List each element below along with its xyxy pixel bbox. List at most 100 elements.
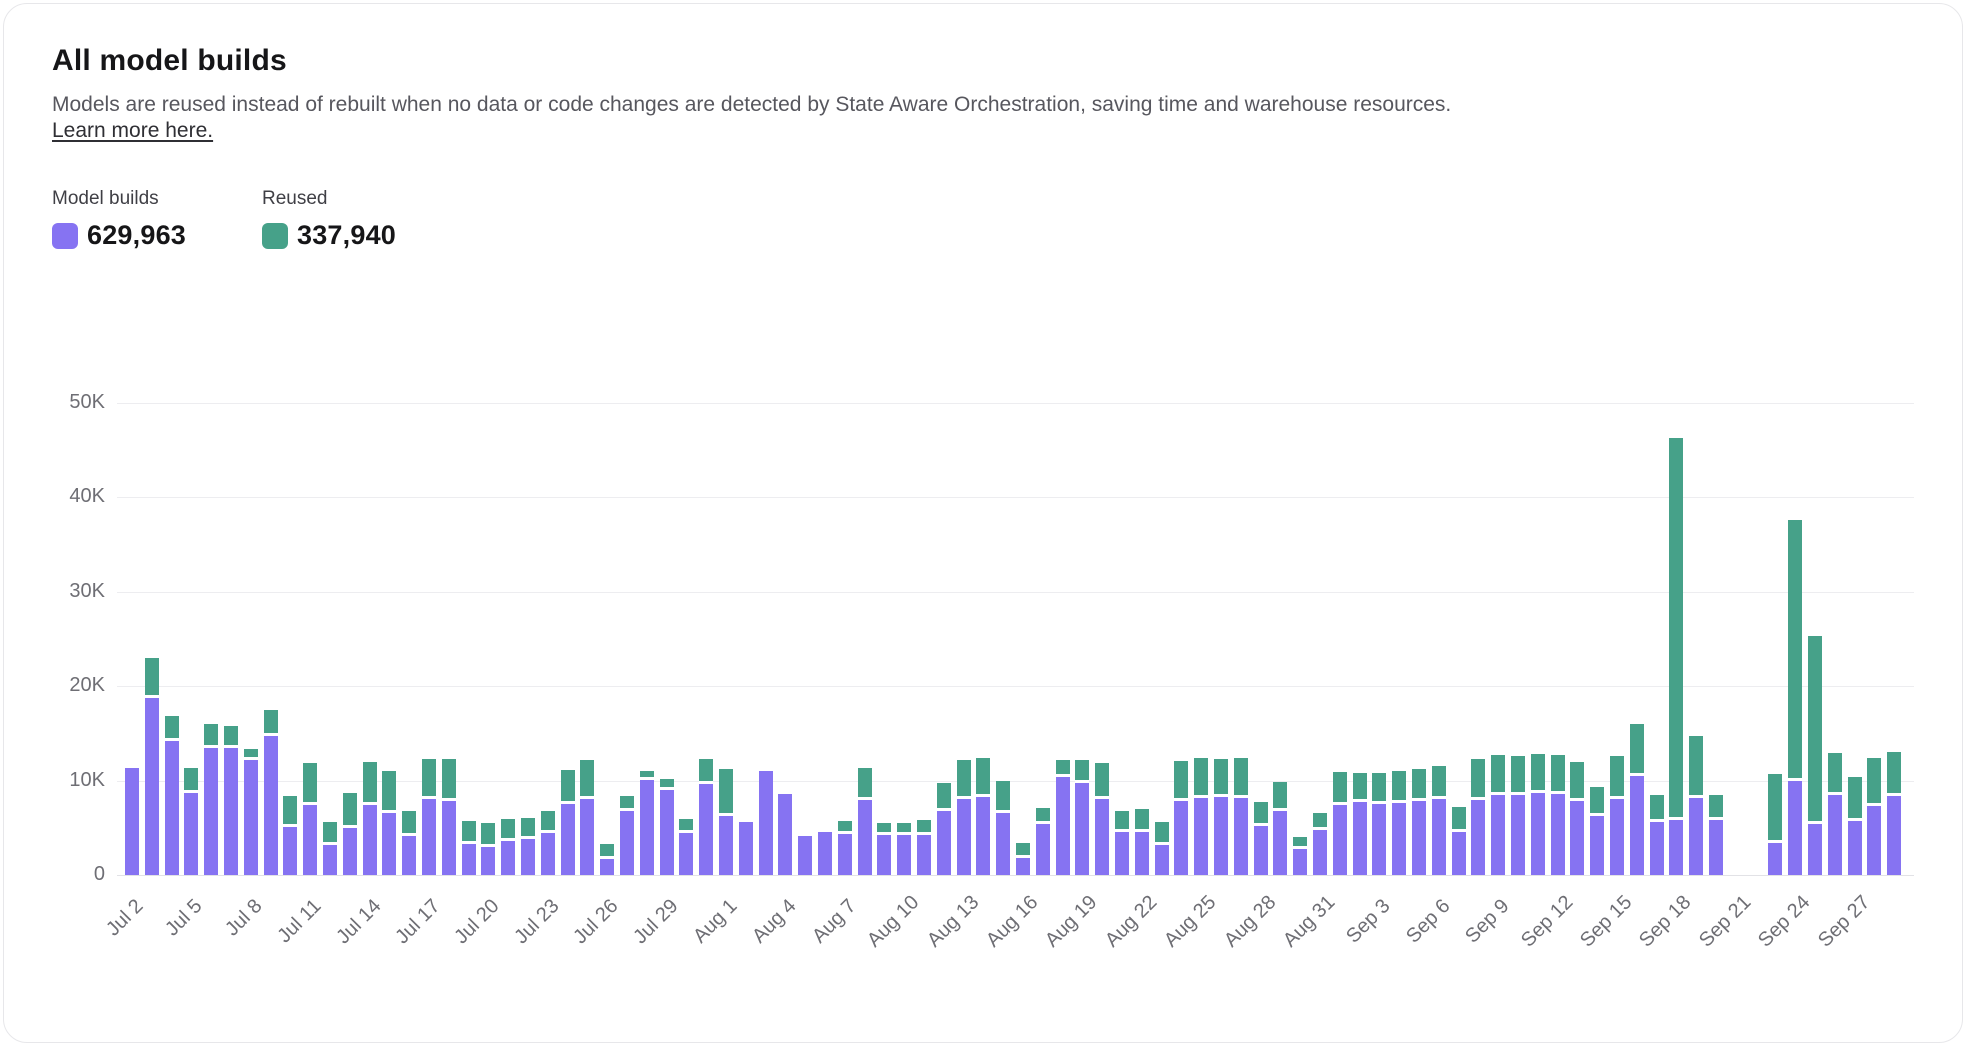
- bar-aug-30[interactable]: [1293, 837, 1307, 875]
- learn-more-link[interactable]: Learn more here.: [52, 119, 213, 142]
- bar-sep-11[interactable]: [1531, 754, 1545, 875]
- bar-aug-22[interactable]: [1135, 809, 1149, 875]
- model-builds-segment: [442, 801, 456, 875]
- reused-segment: [1234, 758, 1248, 798]
- bar-jul-16[interactable]: [402, 811, 416, 875]
- bar-sep-1[interactable]: [1333, 772, 1347, 875]
- bar-aug-24[interactable]: [1174, 761, 1188, 875]
- bar-sep-15[interactable]: [1610, 756, 1624, 875]
- bar-aug-9[interactable]: [877, 823, 891, 875]
- bar-sep-12[interactable]: [1551, 755, 1565, 875]
- bar-aug-15[interactable]: [996, 781, 1010, 875]
- bar-jul-28[interactable]: [640, 771, 654, 875]
- bar-jul-13[interactable]: [343, 793, 357, 875]
- bar-jul-4[interactable]: [165, 716, 179, 875]
- bar-sep-19[interactable]: [1689, 736, 1703, 875]
- y-axis-tick-label: 20K: [45, 674, 105, 697]
- stacked-bar-chart: 50K40K30K20K10K0Jul 2Jul 5Jul 8Jul 11Jul…: [117, 403, 1914, 875]
- bar-aug-26[interactable]: [1214, 759, 1228, 875]
- bar-jul-23[interactable]: [541, 811, 555, 875]
- bar-aug-18[interactable]: [1056, 760, 1070, 875]
- bar-aug-28[interactable]: [1254, 802, 1268, 875]
- bar-aug-3[interactable]: [759, 768, 773, 875]
- bar-jul-20[interactable]: [481, 823, 495, 875]
- bar-jul-29[interactable]: [660, 779, 674, 875]
- bar-jul-18[interactable]: [442, 759, 456, 875]
- bar-sep-4[interactable]: [1392, 771, 1406, 875]
- bar-aug-11[interactable]: [917, 820, 931, 875]
- bar-aug-16[interactable]: [1016, 843, 1030, 875]
- bar-sep-25[interactable]: [1808, 636, 1822, 875]
- bar-aug-8[interactable]: [858, 768, 872, 875]
- bar-jul-19[interactable]: [462, 821, 476, 875]
- bar-jul-2[interactable]: [125, 765, 139, 875]
- bar-aug-19[interactable]: [1075, 760, 1089, 875]
- bar-jul-17[interactable]: [422, 759, 436, 875]
- bar-sep-24[interactable]: [1788, 520, 1802, 875]
- bar-sep-13[interactable]: [1570, 762, 1584, 875]
- bar-aug-1[interactable]: [719, 769, 733, 875]
- bar-sep-20[interactable]: [1709, 795, 1723, 875]
- bar-sep-10[interactable]: [1511, 756, 1525, 875]
- bar-jul-25[interactable]: [580, 760, 594, 875]
- bar-sep-5[interactable]: [1412, 769, 1426, 875]
- bar-aug-2[interactable]: [739, 819, 753, 875]
- bar-aug-27[interactable]: [1234, 758, 1248, 875]
- bar-sep-9[interactable]: [1491, 755, 1505, 875]
- bar-aug-13[interactable]: [957, 760, 971, 875]
- bar-aug-7[interactable]: [838, 821, 852, 875]
- bar-sep-27[interactable]: [1848, 777, 1862, 875]
- bar-sep-8[interactable]: [1471, 759, 1485, 875]
- bar-jul-14[interactable]: [363, 762, 377, 875]
- bar-sep-7[interactable]: [1452, 807, 1466, 875]
- bar-jul-12[interactable]: [323, 822, 337, 875]
- model-builds-segment: [996, 813, 1010, 875]
- bar-sep-18[interactable]: [1669, 438, 1683, 875]
- bar-aug-12[interactable]: [937, 783, 951, 875]
- bar-sep-6[interactable]: [1432, 766, 1446, 875]
- bar-jul-22[interactable]: [521, 818, 535, 875]
- bar-jul-15[interactable]: [382, 771, 396, 875]
- bar-jul-26[interactable]: [600, 844, 614, 875]
- bar-sep-3[interactable]: [1372, 773, 1386, 875]
- bar-jul-9[interactable]: [264, 710, 278, 875]
- bar-jul-31[interactable]: [699, 759, 713, 875]
- bar-jul-10[interactable]: [283, 796, 297, 875]
- bar-aug-29[interactable]: [1273, 782, 1287, 875]
- bar-sep-17[interactable]: [1650, 795, 1664, 875]
- bar-aug-31[interactable]: [1313, 813, 1327, 875]
- bar-jul-5[interactable]: [184, 768, 198, 875]
- model-builds-segment: [858, 800, 872, 875]
- bar-aug-23[interactable]: [1155, 822, 1169, 875]
- bar-sep-16[interactable]: [1630, 724, 1644, 875]
- bar-jul-7[interactable]: [224, 726, 238, 875]
- model-builds-segment: [838, 834, 852, 875]
- bar-aug-10[interactable]: [897, 823, 911, 875]
- bar-jul-6[interactable]: [204, 724, 218, 875]
- reused-total: 337,940: [297, 220, 396, 251]
- bar-aug-4[interactable]: [778, 791, 792, 875]
- bar-jul-11[interactable]: [303, 763, 317, 875]
- bar-sep-2[interactable]: [1353, 773, 1367, 875]
- bar-aug-17[interactable]: [1036, 808, 1050, 875]
- model-builds-segment: [1016, 858, 1030, 875]
- bar-aug-6[interactable]: [818, 829, 832, 875]
- x-axis-tick-label: Sep 24: [1754, 895, 1811, 952]
- bar-aug-21[interactable]: [1115, 811, 1129, 875]
- bar-jul-8[interactable]: [244, 749, 258, 875]
- x-axis-tick-label: Aug 25: [1160, 895, 1217, 952]
- bar-jul-30[interactable]: [679, 819, 693, 875]
- bar-aug-5[interactable]: [798, 833, 812, 875]
- bar-sep-29[interactable]: [1887, 752, 1901, 875]
- bar-aug-20[interactable]: [1095, 763, 1109, 875]
- bar-aug-25[interactable]: [1194, 758, 1208, 875]
- bar-sep-14[interactable]: [1590, 787, 1604, 875]
- bar-jul-3[interactable]: [145, 658, 159, 875]
- bar-aug-14[interactable]: [976, 758, 990, 875]
- bar-jul-24[interactable]: [561, 770, 575, 875]
- bar-sep-26[interactable]: [1828, 753, 1842, 875]
- bar-jul-27[interactable]: [620, 796, 634, 875]
- bar-sep-28[interactable]: [1867, 758, 1881, 875]
- bar-sep-23[interactable]: [1768, 774, 1782, 875]
- bar-jul-21[interactable]: [501, 819, 515, 875]
